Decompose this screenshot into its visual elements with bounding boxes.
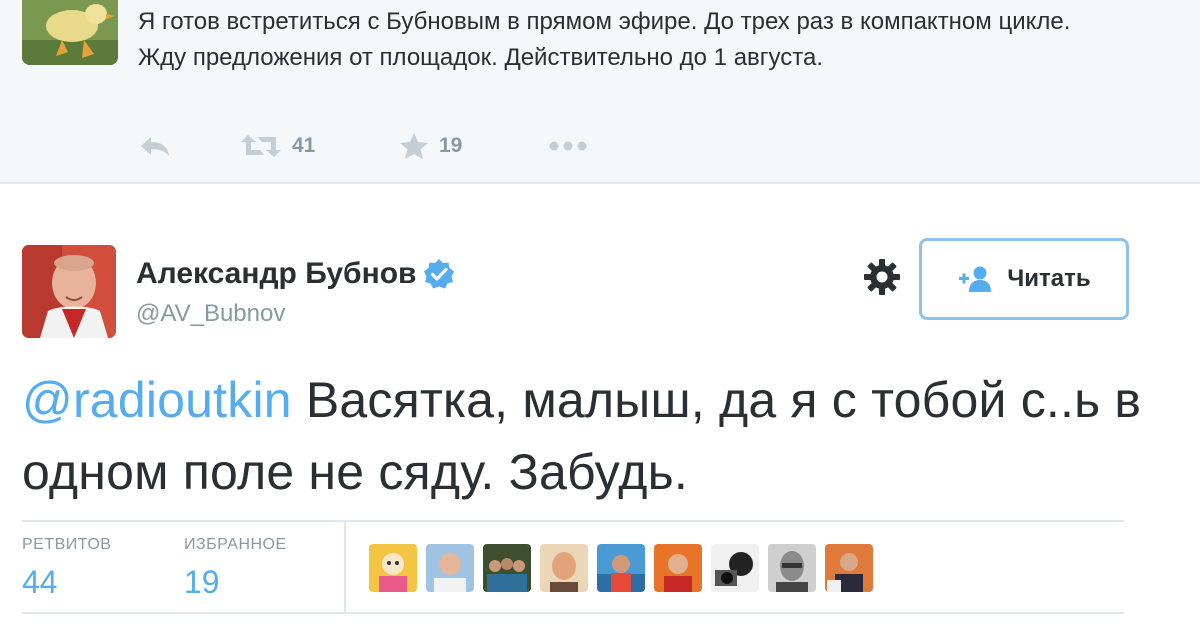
retweet-button[interactable]: 41 (240, 128, 315, 164)
more-button[interactable] (548, 128, 588, 164)
stats-top-divider (22, 520, 1124, 522)
favorited-by-avatar[interactable] (825, 544, 873, 592)
favorite-count: 19 (439, 134, 463, 157)
favorite-button[interactable]: 19 (399, 128, 462, 164)
follow-button[interactable]: Читать (919, 238, 1129, 320)
gear-icon (864, 259, 900, 295)
favorited-by-avatar[interactable] (426, 544, 474, 592)
parent-tweet-actions: 41 19 (138, 128, 738, 164)
favorites-stat-label: ИЗБРАННОЕ (184, 536, 287, 553)
parent-tweet: Я готов встретиться с Бубновым в прямом … (0, 0, 1200, 184)
favorited-by-avatar[interactable] (768, 544, 816, 592)
stats-bottom-divider (22, 612, 1124, 614)
favorited-by-avatar[interactable] (597, 544, 645, 592)
author-avatar[interactable] (22, 245, 116, 338)
favorited-by-avatar[interactable] (483, 544, 531, 592)
follow-button-label: Читать (1007, 265, 1091, 292)
verified-badge-icon (424, 259, 455, 289)
more-icon (549, 141, 587, 151)
retweets-stat-value: 44 (22, 564, 58, 600)
favorites-stat-value: 19 (184, 564, 220, 600)
settings-gear-button[interactable] (862, 257, 902, 297)
stats-vertical-divider (344, 522, 346, 614)
favorited-by-avatar[interactable] (654, 544, 702, 592)
favorited-by-avatar[interactable] (540, 544, 588, 592)
favorited-by-avatar[interactable] (369, 544, 417, 592)
duck-avatar-image (22, 0, 118, 65)
parent-avatar[interactable] (22, 0, 118, 65)
favorited-by-avatars (369, 544, 882, 592)
add-user-icon (959, 266, 992, 292)
retweets-stat[interactable]: РЕТВИТОВ 44 (22, 536, 111, 601)
author-name[interactable]: Александр Бубнов (136, 257, 455, 291)
retweets-stat-label: РЕТВИТОВ (22, 536, 112, 553)
reply-icon (141, 137, 169, 156)
author-name-text: Александр Бубнов (136, 257, 417, 290)
parent-tweet-text: Я готов встретиться с Бубновым в прямом … (138, 8, 1071, 71)
tweet-text: @radioutkin Васятка, малыш, да я с тобой… (22, 364, 1172, 508)
author-photo (22, 245, 116, 338)
mention-link[interactable]: @radioutkin (22, 372, 292, 428)
retweet-icon (241, 135, 281, 157)
star-icon (400, 133, 428, 159)
reply-button[interactable] (138, 128, 172, 164)
author-handle[interactable]: @AV_Bubnov (136, 300, 285, 328)
favorites-stat[interactable]: ИЗБРАННОЕ 19 (184, 536, 287, 601)
favorited-by-avatar[interactable] (711, 544, 759, 592)
retweet-count: 41 (292, 134, 316, 157)
